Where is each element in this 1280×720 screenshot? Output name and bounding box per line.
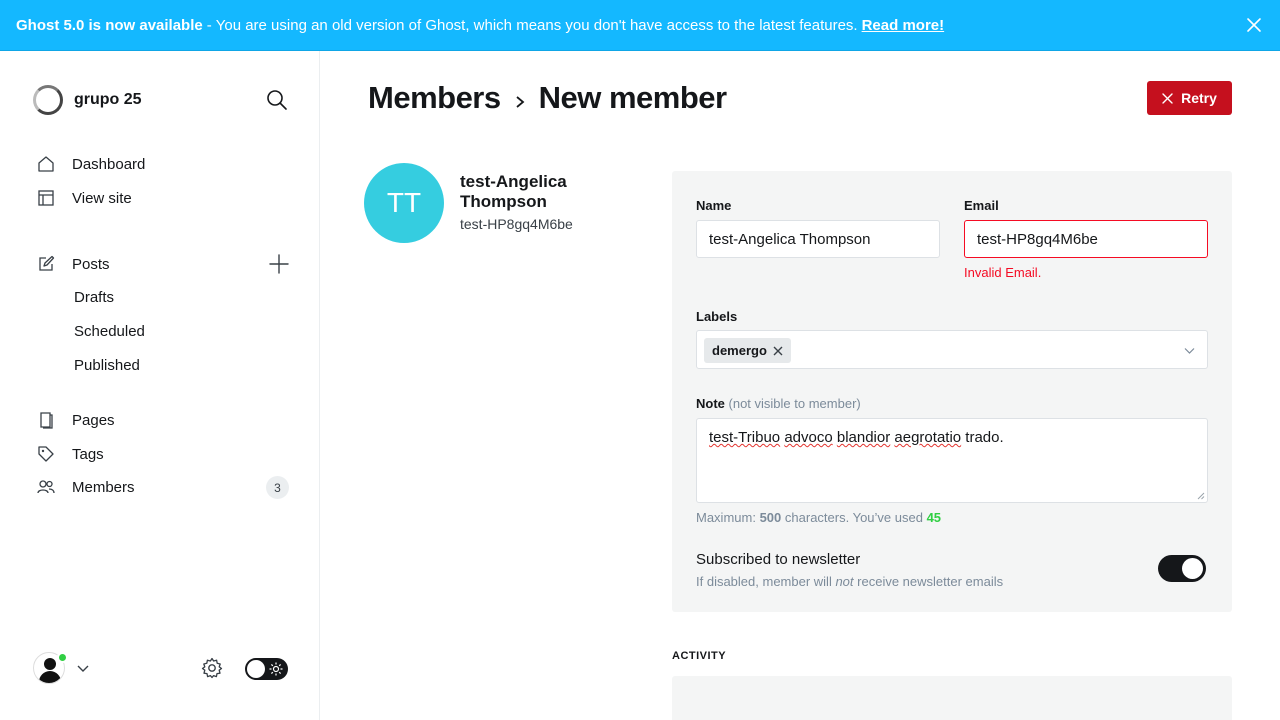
sidebar-item-dashboard[interactable]: Dashboard: [36, 151, 145, 177]
sidebar-item-label: Pages: [72, 411, 115, 429]
banner-read-more-link[interactable]: Read more!: [862, 17, 945, 34]
hint-max: 500: [759, 510, 782, 525]
sidebar-item-tags[interactable]: Tags: [36, 441, 104, 467]
activity-heading: ACTIVITY: [672, 650, 727, 662]
breadcrumb-members-link[interactable]: Members: [368, 80, 501, 116]
sidebar-item-label: View site: [72, 189, 132, 207]
hint-mid: characters. You’ve used: [784, 510, 923, 525]
sun-icon: [269, 662, 283, 676]
chevron-right-icon: [516, 96, 525, 108]
sidebar-item-drafts[interactable]: Drafts: [74, 289, 114, 306]
retry-button-label: Retry: [1181, 90, 1217, 106]
page-icon: [36, 410, 56, 430]
email-label: Email: [964, 198, 999, 213]
search-icon[interactable]: [266, 89, 288, 111]
labels-select[interactable]: demergo: [696, 330, 1208, 369]
sidebar-item-label: Dashboard: [72, 155, 146, 173]
sidebar-item-scheduled[interactable]: Scheduled: [74, 323, 145, 340]
newsletter-toggle[interactable]: [1158, 555, 1206, 582]
note-word: trado.: [965, 429, 1004, 446]
sidebar-item-label: Members: [72, 478, 135, 496]
email-error-message: Invalid Email.: [964, 265, 1042, 280]
activity-panel: [672, 676, 1232, 720]
member-name: test-Angelica Thompson: [460, 172, 567, 211]
banner-separator: -: [206, 16, 212, 34]
sidebar: grupo 25 Dashboard View site Posts Draft…: [0, 51, 320, 720]
members-icon: [36, 477, 56, 497]
site-brand[interactable]: grupo 25: [33, 85, 142, 115]
labels-label: Labels: [696, 309, 738, 324]
note-label-text: Note: [696, 396, 725, 411]
site-logo: [33, 85, 63, 115]
tag-icon: [36, 444, 56, 464]
sidebar-item-pages[interactable]: Pages: [36, 407, 115, 433]
close-icon: [1162, 92, 1173, 104]
sidebar-item-label: Tags: [72, 445, 104, 463]
email-field[interactable]: test-HP8gq4M6be: [964, 220, 1208, 258]
label-token: demergo: [704, 338, 791, 363]
plus-icon[interactable]: [268, 253, 290, 275]
theme-toggle[interactable]: [245, 658, 288, 680]
sidebar-item-posts[interactable]: Posts: [36, 251, 110, 277]
name-label: Name: [696, 198, 732, 213]
banner-title: Ghost 5.0 is now available: [16, 16, 203, 34]
sidebar-item-view-site[interactable]: View site: [36, 185, 132, 211]
banner-message: You are using an old version of Ghost, w…: [215, 16, 858, 34]
note-word: aegrotatio: [894, 429, 962, 446]
online-status-dot: [57, 652, 68, 663]
update-banner: Ghost 5.0 is now available - You are usi…: [0, 0, 1280, 51]
note-word: advoco: [784, 429, 833, 446]
member-email: test-HP8gq4M6be: [460, 216, 573, 232]
name-field[interactable]: test-Angelica Thompson: [696, 220, 940, 258]
resize-handle-icon[interactable]: [1197, 492, 1205, 500]
label-token-text: demergo: [712, 343, 767, 358]
newsletter-desc-emphasis: not: [835, 574, 854, 589]
chevron-down-icon: [1184, 348, 1195, 354]
home-icon: [36, 154, 56, 174]
gear-icon[interactable]: [201, 657, 223, 679]
user-menu[interactable]: [33, 652, 89, 684]
site-name: grupo 25: [74, 91, 142, 108]
hint-used: 45: [926, 510, 942, 525]
remove-label-icon[interactable]: [773, 346, 783, 356]
newsletter-label: Subscribed to newsletter: [696, 551, 861, 568]
note-label: Note (not visible to member): [696, 396, 861, 411]
newsletter-desc-part: If disabled, member will: [696, 574, 832, 589]
edit-icon: [36, 254, 56, 274]
members-count-badge: 3: [266, 476, 289, 499]
breadcrumb: Members New member: [368, 80, 727, 116]
page-title: New member: [538, 80, 727, 115]
note-word: blandior: [836, 429, 891, 446]
sidebar-item-members[interactable]: Members: [36, 474, 135, 500]
newsletter-description: If disabled, member will not receive new…: [696, 574, 1003, 589]
retry-button[interactable]: Retry: [1147, 81, 1232, 115]
close-icon[interactable]: [1246, 17, 1262, 33]
hint-prefix: Maximum:: [696, 510, 756, 525]
note-label-hint: (not visible to member): [728, 396, 861, 411]
sidebar-item-published[interactable]: Published: [74, 357, 140, 374]
note-word: test-Tribuo: [709, 429, 781, 446]
chevron-down-icon: [77, 665, 89, 672]
note-character-count: Maximum: 500 characters. You’ve used 45: [696, 510, 941, 525]
note-textarea[interactable]: test-Tribuo advoco blandior aegrotatio t…: [696, 418, 1208, 503]
member-avatar: TT: [364, 163, 444, 243]
newsletter-desc-part: receive newsletter emails: [857, 574, 1004, 589]
browser-icon: [36, 188, 56, 208]
sidebar-item-label: Posts: [72, 255, 110, 273]
